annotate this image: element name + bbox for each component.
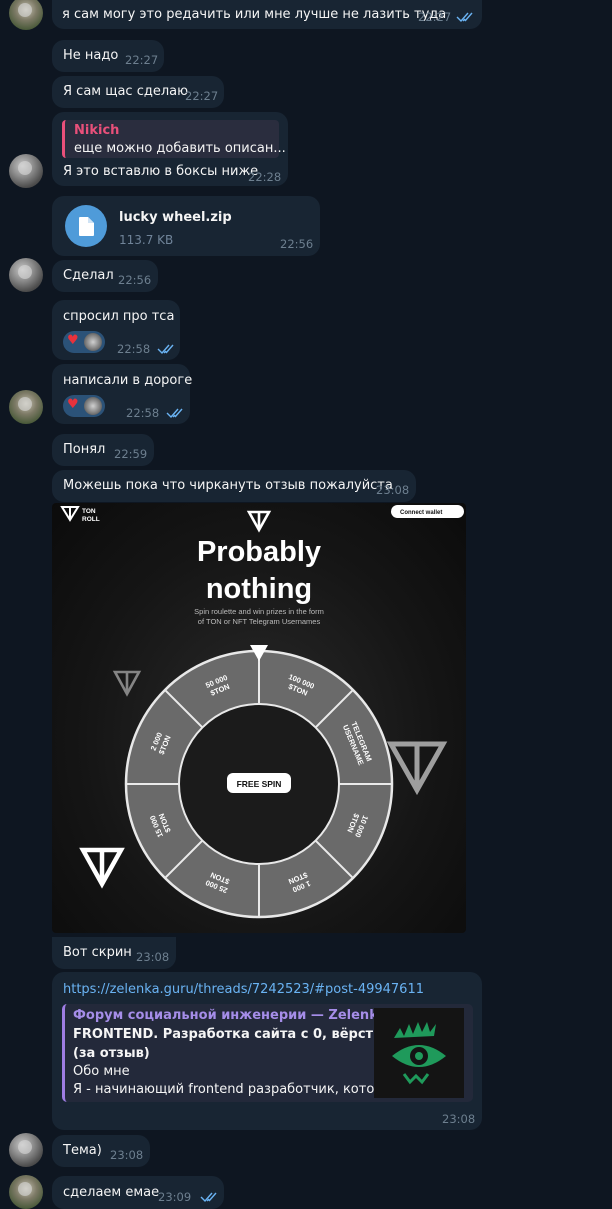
ton-icon [79, 847, 125, 889]
avatar[interactable] [9, 1133, 43, 1167]
reaction-badge[interactable]: ♥ [63, 331, 105, 353]
message-bubble[interactable]: Вот скрин 23:08 [52, 937, 176, 969]
reply-text: еще можно добавить описан... [74, 141, 286, 156]
connect-wallet-label: Connect wallet [400, 510, 442, 516]
avatar[interactable] [9, 258, 43, 292]
preview-site: Форум социальной инженерии — Zelenka.... [73, 1008, 407, 1023]
read-check-icon [200, 1192, 217, 1203]
message-text: Сделал [63, 268, 114, 283]
reactor-avatar [84, 397, 102, 415]
subtitle-line-2: of TON or NFT Telegram Usernames [198, 617, 321, 626]
message-bubble[interactable]: Я сам щас сделаю 22:27 [52, 76, 224, 108]
message-text: Тема) [63, 1143, 102, 1158]
subtitle-line-1: Spin roulette and win prizes in the form [194, 607, 324, 616]
message-time: 22:56 [280, 237, 314, 251]
heart-icon: ♥ [67, 333, 79, 348]
message-bubble[interactable]: я сам могу это редачить или мне лучше не… [52, 0, 482, 29]
file-name: lucky wheel.zip [119, 210, 232, 225]
message-bubble[interactable]: Тема) 23:08 [52, 1135, 150, 1167]
message-bubble[interactable]: Можешь пока что чиркануть отзыв пожалуйс… [52, 470, 416, 502]
avatar[interactable] [9, 154, 43, 188]
message-bubble[interactable]: Понял 22:59 [52, 434, 154, 466]
zelenka-eye-icon [392, 1022, 446, 1085]
message-bubble[interactable]: Не надо 22:27 [52, 40, 164, 72]
message-text: Я это вставлю в боксы ниже [63, 164, 259, 179]
avatar[interactable] [9, 1175, 43, 1209]
reply-author: Nikich [74, 123, 120, 138]
heart-icon: ♥ [67, 397, 79, 412]
message-text: спросил про тса [63, 309, 175, 324]
message-time: 22:27 [418, 10, 452, 24]
free-spin-label: FREE SPIN [237, 779, 282, 789]
ton-icon [246, 510, 272, 533]
message-text: я сам могу это редачить или мне лучше не… [62, 7, 447, 22]
ton-icon [386, 741, 448, 796]
file-message[interactable]: lucky wheel.zip 113.7 KB 22:56 [52, 196, 320, 256]
read-check-icon [456, 12, 473, 23]
message-time: 22:56 [118, 273, 152, 287]
preview-title-2: (за отзыв) [73, 1046, 150, 1061]
read-check-icon [166, 408, 183, 419]
reactor-avatar [84, 333, 102, 351]
message-link[interactable]: https://zelenka.guru/threads/7242523/#po… [63, 982, 424, 997]
brand-line-2: ROLL [82, 516, 100, 523]
message-time: 23:08 [376, 483, 410, 497]
message-text: Не надо [63, 48, 119, 63]
ton-icon [112, 670, 142, 697]
reaction-badge[interactable]: ♥ [63, 395, 105, 417]
read-check-icon [157, 344, 174, 355]
message-time: 23:08 [136, 950, 170, 964]
preview-thumbnail[interactable] [374, 1008, 464, 1098]
ton-roll-screenshot: TON ROLL Connect wallet Probably nothing… [60, 505, 464, 919]
message-bubble[interactable]: спросил про тса ♥ 22:58 [52, 300, 180, 360]
message-time: 23:08 [442, 1112, 476, 1126]
message-bubble[interactable]: сделаем емае 23:09 [52, 1176, 224, 1209]
avatar[interactable] [9, 390, 43, 424]
photo-attachment[interactable]: TON ROLL Connect wallet Probably nothing… [52, 503, 466, 933]
message-time: 22:58 [117, 342, 151, 356]
message-bubble[interactable]: Сделал 22:56 [52, 260, 158, 292]
brand-line-1: TON [82, 508, 96, 515]
preview-line-2: Я - начинающий frontend разработчик, кот… [73, 1082, 387, 1097]
headline-line-2: nothing [206, 573, 312, 605]
message-time: 22:59 [114, 447, 148, 461]
preview-line-1: Обо мне [73, 1064, 130, 1079]
file-size: 113.7 KB [119, 233, 174, 247]
file-icon[interactable] [65, 205, 107, 247]
message-text: Вот скрин [63, 945, 132, 960]
message-time: 23:08 [110, 1148, 144, 1162]
message-text: Я сам щас сделаю [63, 84, 189, 99]
message-time: 22:27 [125, 53, 159, 67]
ton-logo-icon [60, 506, 80, 522]
avatar[interactable] [9, 0, 43, 30]
message-bubble[interactable]: написали в дороге ♥ 22:58 [52, 364, 193, 424]
message-time: 22:28 [248, 170, 282, 184]
message-text: Можешь пока что чиркануть отзыв пожалуйс… [63, 478, 393, 493]
headline-line-1: Probably [197, 536, 321, 568]
message-text: сделаем емае [63, 1185, 160, 1200]
message-time: 23:09 [158, 1190, 192, 1204]
preview-title-1: FRONTEND. Разработка сайта с 0, вёрстка. [73, 1027, 396, 1042]
message-text: написали в дороге [63, 373, 193, 388]
message-time: 22:58 [126, 406, 160, 420]
message-text: Понял [63, 442, 106, 457]
reply-quote[interactable]: Nikich еще можно добавить описан... [62, 120, 286, 158]
message-time: 22:27 [185, 89, 219, 103]
